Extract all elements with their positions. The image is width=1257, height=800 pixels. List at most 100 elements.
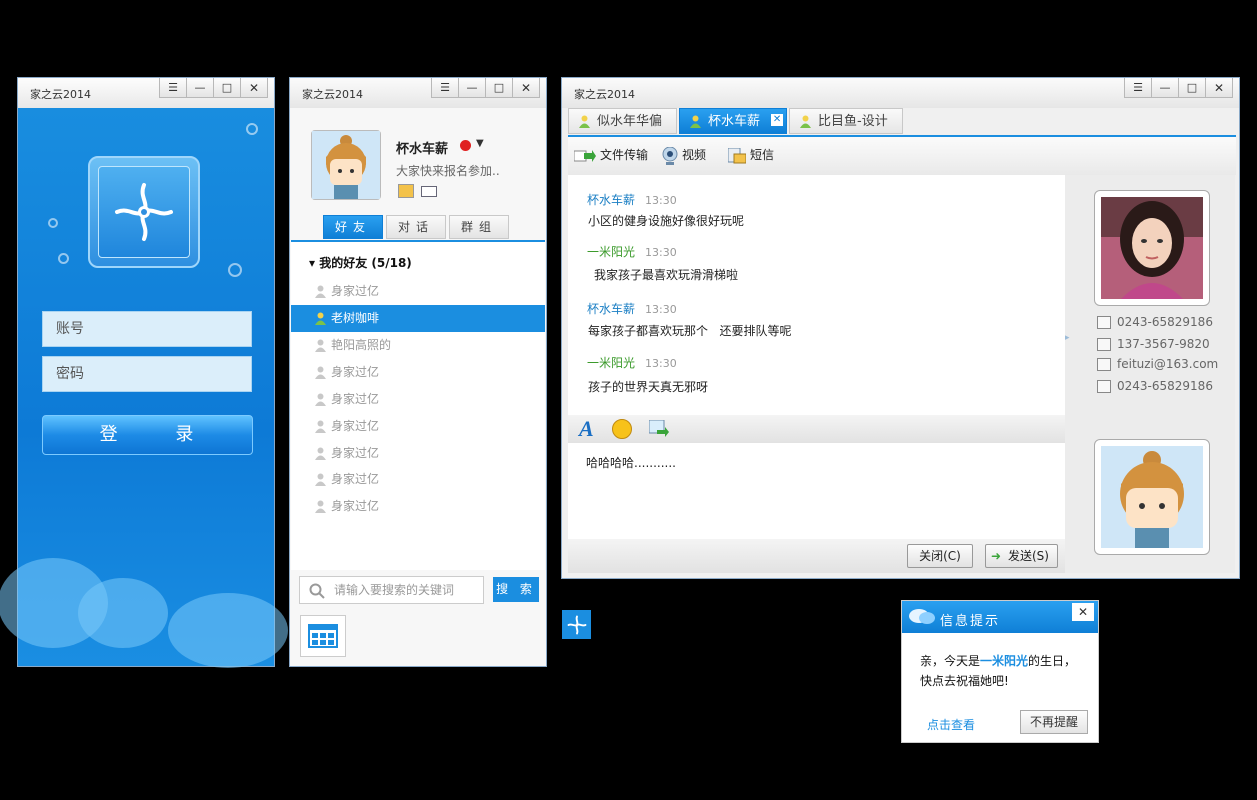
notification-close-button[interactable]: ✕: [1072, 603, 1094, 621]
close-chat-button[interactable]: 关闭(C): [907, 544, 973, 568]
menu-icon: ☰: [440, 81, 450, 94]
signature[interactable]: 大家快来报名参加..: [396, 162, 500, 179]
friends-titlebar[interactable]: 家之云2014 ☰ — □ ✕: [290, 78, 546, 108]
menu-button[interactable]: ☰: [1124, 78, 1152, 98]
contact-photo: [1094, 190, 1210, 306]
chat-window: 家之云2014 ☰ — □ ✕ 似水年华偏 杯水车薪 ✕ 比目鱼-设计 文件传输 …: [561, 77, 1240, 579]
search-input[interactable]: 请输入要搜索的关键词: [299, 576, 484, 604]
minimize-icon: —: [466, 81, 478, 94]
sms-button[interactable]: 短信: [728, 146, 774, 164]
send-arrow-icon: ➜: [991, 549, 1002, 563]
format-toolbar: A: [568, 415, 1065, 443]
chat-tab[interactable]: 比目鱼-设计: [789, 108, 903, 134]
menu-button[interactable]: ☰: [159, 78, 187, 98]
search-button[interactable]: 搜 索: [493, 577, 539, 602]
close-icon: ✕: [520, 80, 532, 95]
account-input[interactable]: 账号: [42, 311, 252, 347]
sms-icon[interactable]: [398, 184, 414, 198]
friend-item[interactable]: 身家过亿: [291, 493, 545, 520]
tab-groups[interactable]: 群组: [449, 215, 509, 239]
tab-friends[interactable]: 好友: [323, 215, 383, 239]
login-titlebar[interactable]: 家之云2014 ☰ — □ ✕: [18, 78, 274, 108]
maximize-icon: □: [1186, 81, 1198, 94]
webcam-icon: [662, 146, 678, 165]
group-header[interactable]: ▾ 我的好友 (5/18): [309, 254, 412, 271]
maximize-icon: □: [493, 81, 505, 94]
friends-tabs: 好友 对话 群组: [323, 215, 512, 239]
message-header: 杯水车薪 13:30: [587, 302, 677, 316]
login-button[interactable]: 登 录: [42, 415, 253, 455]
collapse-arrow-icon[interactable]: ▸: [1065, 333, 1070, 343]
message-history[interactable]: 杯水车薪 13:30 小区的健身设施好像很好玩呢 一米阳光 13:30 我家孩子最喜…: [568, 175, 1065, 415]
friend-item-selected[interactable]: 老树咖啡: [291, 305, 545, 332]
friend-list: ▾ 我的好友 (5/18) 身家过亿 老树咖啡 艳阳高照的 身家过亿 身家过亿 …: [291, 240, 545, 570]
contact-email: feituzi@163.com: [1097, 357, 1218, 371]
dont-remind-button[interactable]: 不再提醒: [1020, 710, 1088, 734]
close-button[interactable]: ✕: [1205, 78, 1233, 98]
maximize-icon: □: [221, 81, 233, 94]
maximize-button[interactable]: □: [1178, 78, 1206, 98]
contact-fax: 0243-65829186: [1097, 379, 1213, 393]
girl-avatar-icon: [312, 131, 380, 199]
app-center-button[interactable]: [300, 615, 346, 657]
my-avatar[interactable]: [311, 130, 381, 200]
tab-close-icon[interactable]: ✕: [771, 114, 784, 126]
maximize-button[interactable]: □: [485, 78, 513, 98]
tab-conversations[interactable]: 对话: [386, 215, 446, 239]
view-link[interactable]: 点击查看: [927, 716, 975, 733]
message-text: 小区的健身设施好像很好玩呢: [588, 214, 745, 228]
emoji-icon[interactable]: [612, 419, 632, 439]
decor-cloud: [78, 578, 168, 648]
friend-item[interactable]: 身家过亿: [291, 386, 545, 413]
video-button[interactable]: 视频: [662, 146, 706, 165]
woman-portrait-image: [1101, 197, 1203, 299]
menu-button[interactable]: ☰: [431, 78, 459, 98]
close-icon: ✕: [1077, 605, 1089, 619]
font-icon[interactable]: A: [579, 416, 594, 442]
minimize-button[interactable]: —: [458, 78, 486, 98]
person-icon: [315, 339, 326, 352]
friend-item[interactable]: 身家过亿: [291, 278, 545, 305]
minimize-button[interactable]: —: [1151, 78, 1179, 98]
decor-bubble: [58, 253, 69, 264]
screenshot-icon[interactable]: [649, 420, 669, 438]
friend-item[interactable]: 身家过亿: [291, 440, 545, 467]
my-photo: [1094, 439, 1210, 555]
file-transfer-icon: [574, 149, 596, 162]
friend-item[interactable]: 身家过亿: [291, 413, 545, 440]
mail-icon: [1097, 358, 1111, 371]
person-icon: [315, 366, 326, 379]
chat-tab[interactable]: 似水年华偏: [568, 108, 678, 134]
friend-item[interactable]: 身家过亿: [291, 466, 545, 493]
chat-tab-active[interactable]: 杯水车薪 ✕: [679, 108, 788, 134]
tray-logo-icon[interactable]: [562, 610, 591, 639]
close-icon: ✕: [248, 80, 260, 95]
chat-actions: 关闭(C) ➜ 发送(S): [568, 539, 1065, 573]
mail-icon[interactable]: [421, 186, 437, 197]
person-icon: [800, 115, 812, 128]
chat-titlebar[interactable]: 家之云2014 ☰ — □ ✕: [562, 78, 1239, 108]
close-button[interactable]: ✕: [512, 78, 540, 98]
password-input[interactable]: 密码: [42, 356, 252, 392]
status-dropdown-icon[interactable]: ▼: [476, 138, 484, 149]
minimize-icon: —: [1159, 81, 1171, 94]
send-button[interactable]: ➜ 发送(S): [985, 544, 1058, 568]
close-button[interactable]: ✕: [240, 78, 268, 98]
decor-bubble: [228, 263, 242, 277]
friend-item[interactable]: 身家过亿: [291, 359, 545, 386]
busy-status-icon[interactable]: [460, 140, 471, 151]
notification-message: 亲，今天是一米阳光的生日， 快点去祝福她吧!: [920, 654, 1077, 688]
app-logo: [88, 156, 200, 268]
sms-icon: [728, 147, 746, 163]
person-icon: [315, 500, 326, 513]
person-icon: [315, 473, 326, 486]
file-transfer-button[interactable]: 文件传输: [574, 146, 648, 163]
message-input[interactable]: 哈哈哈哈...........: [568, 443, 1065, 539]
friend-item[interactable]: 艳阳高照的: [291, 332, 545, 359]
maximize-button[interactable]: □: [213, 78, 241, 98]
decor-bubble: [246, 123, 258, 135]
person-icon: [315, 393, 326, 406]
minimize-button[interactable]: —: [186, 78, 214, 98]
contact-mobile: 137-3567-9820: [1097, 337, 1210, 351]
notification-popup: 信息提示 ✕ 亲，今天是一米阳光的生日， 快点去祝福她吧! 点击查看 不再提醒: [901, 600, 1099, 743]
